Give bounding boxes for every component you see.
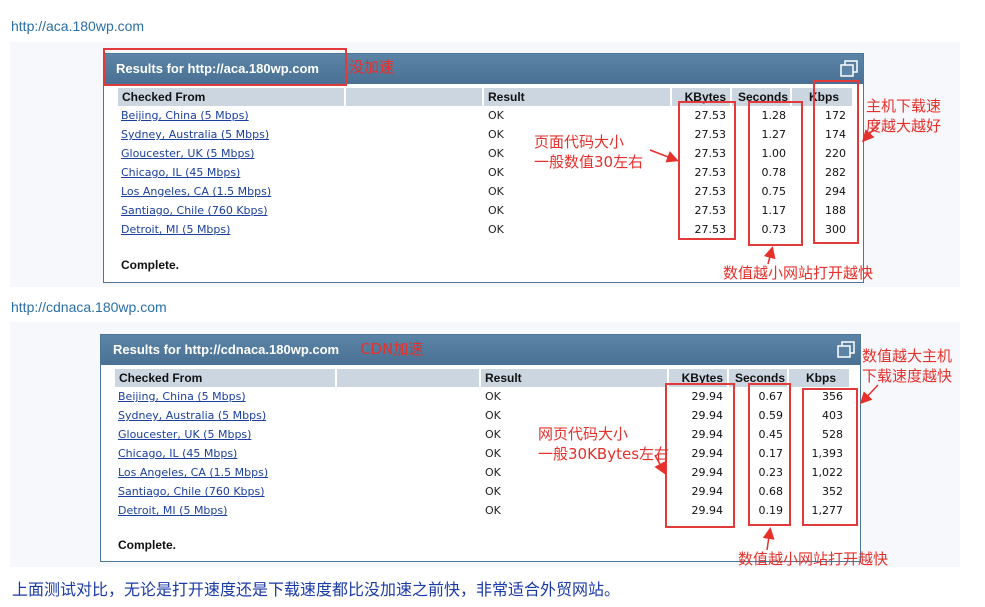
annotation-arrows <box>649 121 881 551</box>
summary-text: 上面测试对比，无论是打开速度还是下载速度都比没加速之前快，非常适合外贸网站。 <box>12 580 621 599</box>
